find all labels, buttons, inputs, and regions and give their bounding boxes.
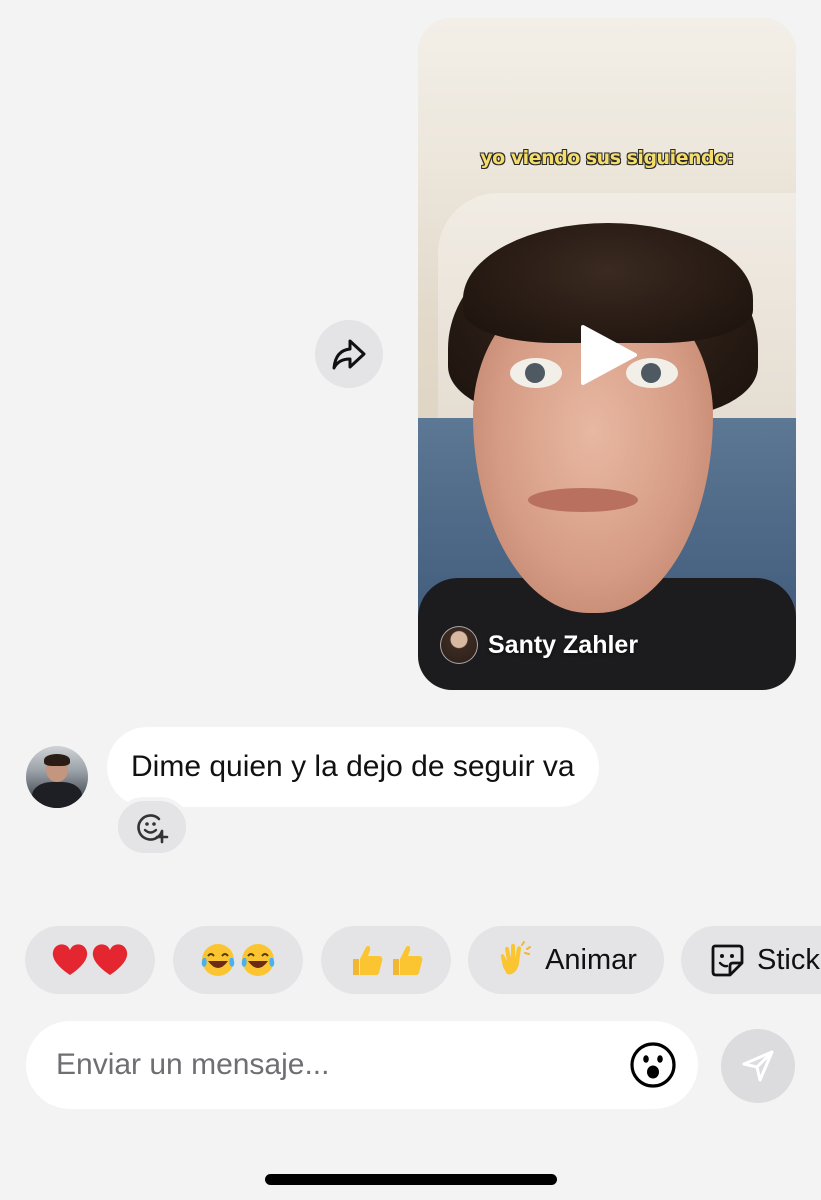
sender-avatar[interactable]	[26, 746, 88, 808]
video-mouth	[528, 488, 638, 512]
send-button[interactable]	[721, 1029, 795, 1103]
clapping-hands-icon	[500, 941, 532, 975]
heart-icon	[92, 944, 128, 975]
hearts-emoji	[51, 943, 129, 977]
message-bubble[interactable]: Dime quien y la dejo de seguir va	[107, 727, 599, 807]
quick-reply-sticker[interactable]: Stick	[681, 926, 821, 994]
thumbs-up-icon	[353, 946, 383, 975]
video-eye-left	[510, 358, 562, 388]
heart-icon	[52, 944, 88, 975]
author-name: Santy Zahler	[488, 630, 639, 659]
add-reaction-icon	[137, 814, 169, 844]
message-input[interactable]	[54, 1047, 628, 1083]
forward-button[interactable]	[315, 320, 383, 388]
emoji-button[interactable]	[628, 1040, 678, 1090]
laugh-emoji	[199, 941, 277, 979]
avatar-hair	[44, 754, 70, 766]
smiley-icon	[630, 1042, 676, 1088]
shared-video-card[interactable]: yo viendo sus siguiendo: Santy Zahler	[418, 18, 796, 690]
share-arrow-icon	[332, 339, 366, 370]
avatar-body	[32, 782, 82, 808]
thumbs-up-icon	[393, 946, 423, 975]
tears-of-joy-icon	[201, 944, 235, 976]
video-caption: yo viendo sus siguiendo:	[480, 147, 734, 169]
author-avatar	[440, 626, 478, 664]
tears-of-joy-icon	[241, 944, 275, 976]
thumbs-emoji	[347, 941, 425, 979]
quick-reply-hearts[interactable]	[25, 926, 155, 994]
sticker-icon	[711, 944, 744, 977]
quick-reply-laugh[interactable]	[173, 926, 303, 994]
play-icon[interactable]	[579, 323, 639, 387]
video-author[interactable]: Santy Zahler	[440, 626, 638, 664]
quick-reply-thumbs[interactable]	[321, 926, 451, 994]
home-indicator	[265, 1174, 557, 1185]
quick-replies: Animar Stick	[25, 926, 821, 994]
message-composer	[26, 1021, 698, 1109]
animar-label: Animar	[545, 943, 637, 976]
send-icon	[742, 1050, 774, 1082]
add-reaction-button[interactable]	[114, 797, 190, 857]
message-text: Dime quien y la dejo de seguir va	[131, 750, 575, 783]
quick-reply-animar[interactable]: Animar	[468, 926, 664, 994]
sticker-label: Stick	[757, 943, 820, 976]
